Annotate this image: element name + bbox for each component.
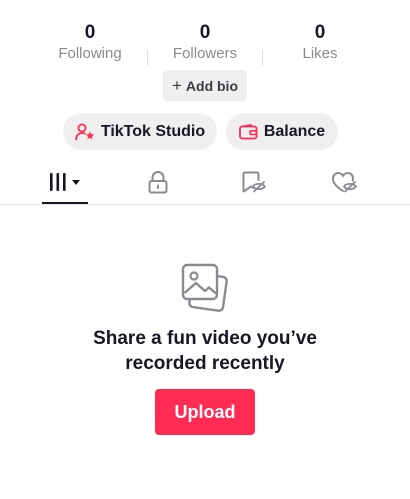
wallet-icon xyxy=(238,123,258,140)
bookmark-hidden-icon xyxy=(241,170,267,199)
plus-icon: + xyxy=(171,76,182,95)
creator-star-icon xyxy=(74,123,95,141)
videos-grid-icon xyxy=(48,171,82,198)
lock-icon xyxy=(147,170,169,199)
stat-followers[interactable]: 0 Followers xyxy=(147,22,263,63)
add-bio-label: Add bio xyxy=(185,77,239,94)
photos-icon xyxy=(179,261,231,313)
likes-count: 0 xyxy=(314,22,326,43)
balance-label: Balance xyxy=(263,122,326,140)
profile-page: 0 Following 0 Followers 0 Likes + Add bi… xyxy=(0,0,410,499)
active-tab-indicator xyxy=(42,202,88,204)
stat-following[interactable]: 0 Following xyxy=(32,22,148,63)
tiktok-studio-label: TikTok Studio xyxy=(100,122,206,140)
followers-label: Followers xyxy=(172,45,238,62)
tab-videos[interactable] xyxy=(42,164,88,204)
following-count: 0 xyxy=(84,22,96,43)
profile-tabs xyxy=(0,164,410,205)
stat-likes[interactable]: 0 Likes xyxy=(262,22,378,63)
balance-button[interactable]: Balance xyxy=(226,113,338,150)
following-label: Following xyxy=(58,45,122,62)
upload-button[interactable]: Upload xyxy=(155,389,255,435)
tab-liked[interactable] xyxy=(327,164,363,204)
followers-count: 0 xyxy=(199,22,211,43)
add-bio-button[interactable]: + Add bio xyxy=(163,70,247,101)
profile-stats: 0 Following 0 Followers 0 Likes xyxy=(0,22,410,66)
tab-private[interactable] xyxy=(140,164,176,204)
tab-saved[interactable] xyxy=(236,164,272,204)
likes-label: Likes xyxy=(302,45,338,62)
tiktok-studio-button[interactable]: TikTok Studio xyxy=(63,113,217,150)
heart-hidden-icon xyxy=(331,170,359,199)
empty-state-title: Share a fun video you’ve recorded recent… xyxy=(93,328,317,374)
